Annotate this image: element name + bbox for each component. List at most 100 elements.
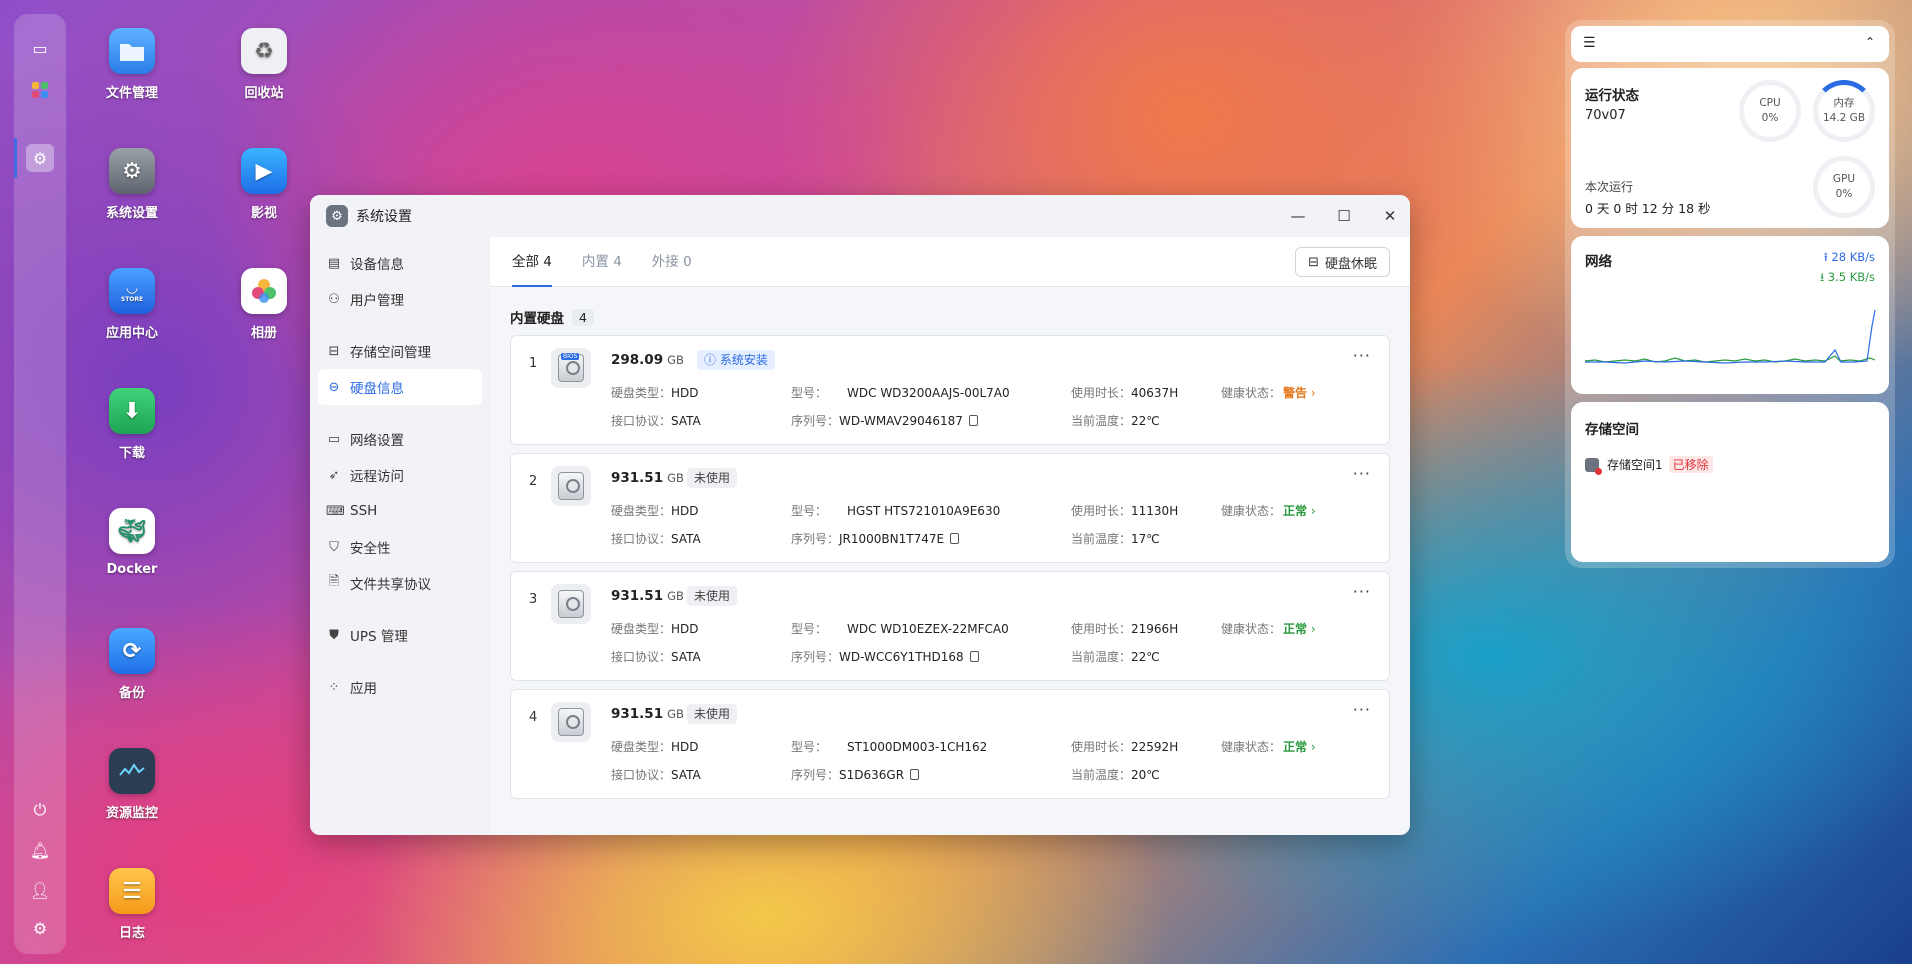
section-title-text: 内置硬盘	[510, 311, 564, 327]
window-title: 系统设置	[356, 209, 412, 225]
download-speed: ⭳ 3.5 KB/s	[1820, 270, 1875, 284]
status-badge: 未使用	[687, 468, 738, 488]
disk-model: 型号： ST1000DM003-1CH162	[791, 740, 988, 754]
sidebar-item-network[interactable]: ▭ 网络设置	[318, 421, 482, 457]
copy-icon[interactable]	[910, 769, 920, 780]
disk-sleep-button[interactable]: ⊟ 硬盘休眠	[1295, 247, 1390, 277]
sidebar-item-apps[interactable]: ⁘ 应用	[318, 669, 482, 705]
close-icon[interactable]: ✕	[1380, 206, 1400, 226]
disk-size-unit: GB	[667, 707, 684, 721]
sidebar-item-security[interactable]: ⛉ 安全性	[318, 529, 482, 565]
user-icon[interactable]: 👤︎	[26, 876, 54, 904]
disk-health[interactable]: 健康状态： 警告 ›	[1221, 384, 1316, 401]
copy-icon[interactable]	[968, 415, 978, 426]
desktop-app-label: Docker	[106, 562, 158, 577]
desktop-app-recycle[interactable]: ♻ 回收站	[214, 28, 314, 101]
disk-size-value: 931.51	[611, 470, 664, 486]
tab-internal[interactable]: 内置 4	[582, 237, 622, 287]
upload-arrow-icon: ⭱	[1823, 250, 1828, 264]
desktop-app-download[interactable]: ⬇ 下载	[82, 388, 182, 461]
sidebar-item-label: 用户管理	[350, 293, 404, 309]
disk-protocol: 接口协议：SATA	[611, 532, 701, 546]
network-graph	[1585, 309, 1876, 364]
uptime-value: 0 天 0 时 12 分 18 秒	[1585, 201, 1711, 216]
section-title: 内置硬盘 4	[510, 307, 594, 327]
desktop-app-label: 回收站	[244, 86, 284, 101]
gear-icon: ⚙	[326, 205, 348, 227]
status-badge: 未使用	[687, 586, 738, 606]
sidebar-item-users[interactable]: ⚇ 用户管理	[318, 281, 482, 317]
minimize-icon[interactable]: —	[1288, 206, 1308, 226]
shield-icon: ⛉	[329, 539, 339, 555]
file-share-icon: 🗎︎	[328, 574, 340, 589]
desktop-app-label: 相册	[250, 326, 277, 341]
disk-card: 4 931.51 GB 未使用 ··· 硬盘类型：HDD 接口协议：SATA 型号…	[510, 689, 1390, 799]
storage-item[interactable]: 存储空间1 已移除	[1585, 456, 1713, 475]
tab-external[interactable]: 外接 0	[652, 237, 692, 287]
gear-icon[interactable]: ⚙	[26, 914, 54, 942]
store-icon-text: STORE	[120, 295, 144, 303]
sidebar-item-label: 文件共享协议	[350, 577, 431, 593]
sidebar-item-storage[interactable]: ⊟ 存储空间管理	[318, 333, 482, 369]
desktop-app-photos[interactable]: 相册	[214, 268, 314, 341]
sidebar-item-remote[interactable]: ➶ 远程访问	[318, 457, 482, 493]
settings-sidebar: ▤ 设备信息 ⚇ 用户管理 ⊟ 存储空间管理 ⊖ 硬盘信息 ▭ 网络设置 ➶ 远程访问 ⌨ S…	[310, 237, 490, 835]
desktop-app-log[interactable]: ☰ 日志	[82, 868, 182, 941]
desktop-app-docker[interactable]: 🐳︎ Docker	[82, 508, 182, 577]
more-options-icon[interactable]: ···	[1353, 464, 1371, 483]
disk-info-panel: 全部 4 内置 4 外接 0 ⊟ 硬盘休眠 内置硬盘 4 1 BIOS 298.09…	[490, 237, 1410, 835]
desktop-icon[interactable]: ▭	[26, 34, 54, 62]
desktop-app-files[interactable]: 文件管理	[82, 28, 182, 101]
desktop-app-video[interactable]: ▶ 影视	[214, 148, 314, 221]
settings-window: ⚙ 系统设置 — ☐ ✕ ▤ 设备信息 ⚇ 用户管理 ⊟ 存储空间管理 ⊖ 硬盘信息 ▭…	[310, 195, 1410, 835]
tab-all[interactable]: 全部 4	[512, 237, 552, 287]
status-widget: 运行状态 70v07 本次运行 0 天 0 时 12 分 18 秒 CPU 0% …	[1571, 68, 1889, 228]
disk-size: 931.51 GB	[611, 706, 684, 722]
sidebar-item-device-info[interactable]: ▤ 设备信息	[318, 245, 482, 281]
tab-label: 全部	[512, 254, 539, 270]
user-icon: ⚇	[328, 291, 340, 307]
disk-protocol: 接口协议：SATA	[611, 414, 701, 428]
disk-health[interactable]: 健康状态： 正常 ›	[1221, 620, 1316, 637]
disk-index: 2	[529, 474, 538, 489]
chevron-up-icon[interactable]: ⌃	[1865, 35, 1875, 49]
copy-icon[interactable]	[950, 533, 960, 544]
sidebar-item-label: 远程访问	[350, 469, 404, 485]
disk-health[interactable]: 健康状态： 正常 ›	[1221, 738, 1316, 755]
maximize-icon[interactable]: ☐	[1334, 206, 1354, 226]
disk-size-value: 931.51	[611, 588, 664, 604]
sidebar-item-ups[interactable]: ⛊ UPS 管理	[318, 617, 482, 653]
memory-gauge: 内存 14.2 GB	[1813, 80, 1875, 142]
disk-size-value: 298.09	[611, 352, 664, 368]
desktop-app-monitor[interactable]: 资源监控	[82, 748, 182, 821]
desktop-app-settings[interactable]: ⚙ 系统设置	[82, 148, 182, 221]
bell-icon[interactable]: 🔔︎	[26, 836, 54, 864]
window-titlebar[interactable]: ⚙ 系统设置 — ☐ ✕	[310, 195, 1410, 237]
chevron-right-icon: ›	[1310, 740, 1316, 754]
power-icon[interactable]: ⏻	[26, 796, 54, 824]
cpu-value: 0%	[1761, 112, 1779, 124]
memory-label: 内存	[1833, 97, 1855, 109]
sidebar-item-ssh[interactable]: ⌨ SSH	[318, 493, 482, 529]
gpu-label: GPU	[1832, 173, 1856, 185]
tab-count: 4	[543, 254, 552, 270]
info-icon: ⓘ	[704, 353, 717, 367]
more-options-icon[interactable]: ···	[1353, 700, 1371, 719]
sidebar-item-disk-info[interactable]: ⊖ 硬盘信息	[318, 369, 482, 405]
storage-icon: ⊟	[328, 343, 340, 359]
more-options-icon[interactable]: ···	[1353, 582, 1371, 601]
disk-temp: 当前温度：20℃	[1071, 768, 1160, 782]
disk-icon: ⊟	[1308, 254, 1319, 270]
disk-temp: 当前温度：22℃	[1071, 414, 1160, 428]
desktop-app-backup[interactable]: ⟳ 备份	[82, 628, 182, 701]
disk-health[interactable]: 健康状态： 正常 ›	[1221, 502, 1316, 519]
copy-icon[interactable]	[969, 651, 979, 662]
disk-card: 1 BIOS 298.09 GB ⓘ 系统安装 ··· 硬盘类型：HDD 接口协议…	[510, 335, 1390, 445]
settings-dock-icon[interactable]: ⚙	[26, 144, 54, 172]
more-options-icon[interactable]: ···	[1353, 346, 1371, 365]
sidebar-item-label: UPS 管理	[350, 629, 408, 645]
sidebar-item-file-share[interactable]: 🗎︎ 文件共享协议	[318, 565, 482, 601]
desktop-app-store[interactable]: ◡ STORE 应用中心	[82, 268, 182, 341]
apps-grid-icon[interactable]	[26, 76, 54, 104]
widget-settings-icon[interactable]: ☰	[1583, 35, 1596, 51]
